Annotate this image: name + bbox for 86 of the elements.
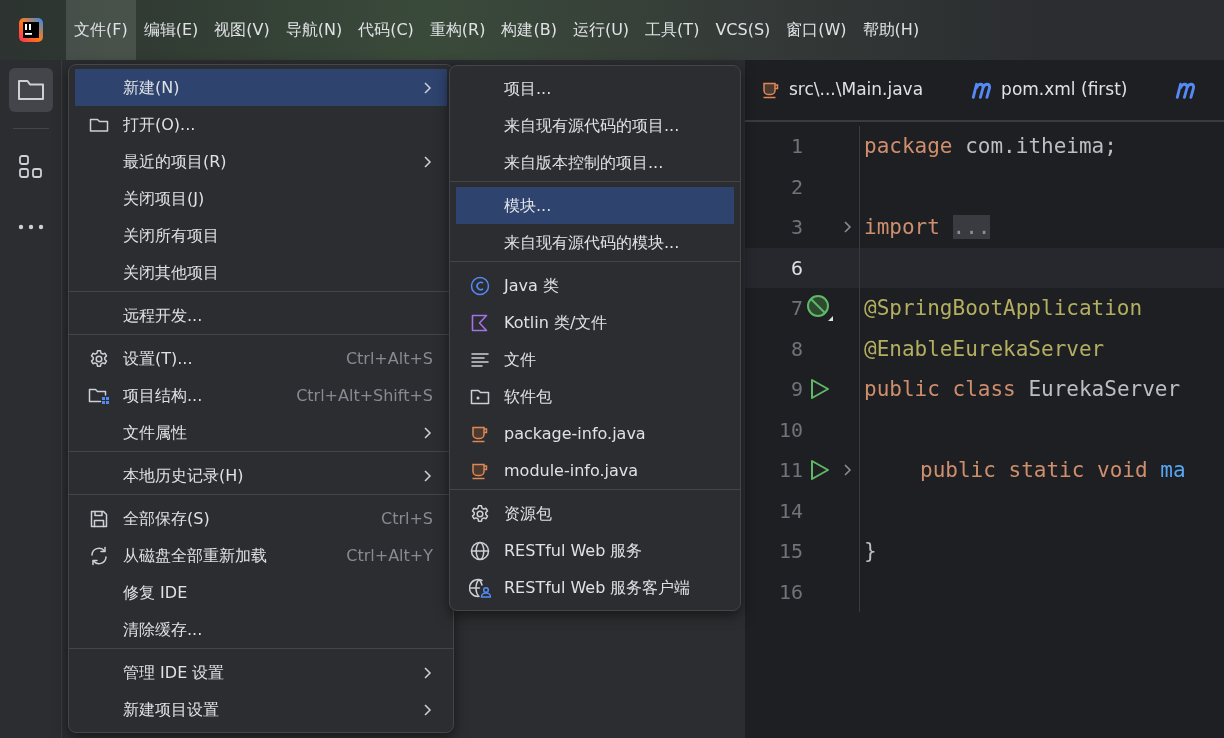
menu-item[interactable]: 窗口(W) [778, 0, 855, 60]
menu-item[interactable]: 重构(R) [421, 0, 494, 60]
code-token: } [864, 539, 877, 563]
shortcut-text: Ctrl+Alt+Shift+S [296, 384, 433, 407]
menu-item[interactable]: 帮助(H) [854, 0, 928, 60]
code-token: public static void [920, 458, 1148, 482]
menu-item[interactable]: 运行(U) [564, 0, 638, 60]
shortcut-text: Ctrl+Alt+Y [346, 544, 433, 567]
code-token: ma [1160, 458, 1186, 482]
menu-item[interactable]: RESTful Web 服务客户端 [450, 569, 740, 606]
menu-item[interactable]: 文件 [450, 341, 740, 378]
shortcut-text: Ctrl+S [380, 507, 433, 530]
class-icon [468, 274, 492, 297]
shortcut-text: Ctrl+Alt+S [345, 347, 433, 370]
line-number: 16 [777, 578, 803, 606]
menu-item[interactable]: 清除缓存... [69, 611, 453, 648]
menu-item[interactable]: 最近的项目(R) [69, 143, 453, 180]
code-token: import [864, 215, 940, 239]
menu-item[interactable]: 来自现有源代码的模块... [450, 224, 740, 261]
run-icon[interactable] [809, 458, 831, 483]
app-logo[interactable] [18, 17, 44, 43]
menu-item[interactable]: package-info.java [450, 415, 740, 452]
code-token: EurekaServer [1028, 377, 1181, 401]
menu-item[interactable]: 关闭项目(J) [69, 180, 453, 217]
line-number: 10 [777, 416, 803, 444]
code-token: @SpringBootApplication [864, 296, 1143, 320]
menu-item[interactable]: 文件属性 [69, 414, 453, 451]
menu-item[interactable]: 修复 IDE [69, 574, 453, 611]
run-icon[interactable] [809, 377, 831, 402]
line-number: 6 [789, 254, 803, 282]
menu-item[interactable]: module-info.java [450, 452, 740, 489]
menu-item[interactable]: 项目结构... Ctrl+Alt+Shift+S [69, 377, 453, 414]
menu-item[interactable]: 视图(V) [206, 0, 278, 60]
cup-icon [761, 80, 781, 100]
line-number: 15 [777, 538, 803, 566]
line-number: 14 [777, 497, 803, 525]
menu-item[interactable]: Java 类 [450, 261, 740, 304]
menu-item[interactable]: 模块... [450, 181, 740, 224]
menu-item[interactable]: 来自版本控制的项目... [450, 144, 740, 181]
chevron-icon [423, 425, 433, 440]
folder-button[interactable] [8, 68, 53, 112]
menu-item[interactable]: 来自现有源代码的项目... [450, 107, 740, 144]
more-icon [17, 224, 44, 230]
menu-item[interactable]: 资源包 [450, 489, 740, 532]
menu-item[interactable]: 项目... [450, 70, 740, 107]
chevron-icon [423, 468, 433, 483]
menu-item[interactable]: 软件包 [450, 378, 740, 415]
line-number: 1 [789, 133, 803, 161]
menu-item[interactable]: 关闭其他项目 [69, 254, 453, 291]
menu-item[interactable]: 工具(T) [637, 0, 708, 60]
spring-icon[interactable] [806, 294, 834, 323]
menu-item[interactable]: Kotlin 类/文件 [450, 304, 740, 341]
chevron-icon [423, 154, 433, 169]
folder-icon [16, 78, 45, 102]
menu-item[interactable]: 新建项目设置 [69, 691, 453, 728]
line-number: 8 [789, 335, 803, 363]
structure-icon [17, 154, 44, 180]
menu-item[interactable]: 编辑(E) [135, 0, 207, 60]
menu-item[interactable]: 关闭所有项目 [69, 217, 453, 254]
editor-tab[interactable]: pom.xml (first) [1001, 77, 1128, 103]
menu-item[interactable]: RESTful Web 服务 [450, 532, 740, 569]
menu-item[interactable]: 打开(O)... [69, 106, 453, 143]
code-token: com.itheima; [965, 134, 1117, 158]
chevron-icon [423, 80, 433, 95]
line-number: 3 [789, 214, 803, 242]
code-token: public class [864, 377, 1016, 401]
menu-item[interactable]: 管理 IDE 设置 [69, 648, 453, 691]
menu-item[interactable]: 文件(F) [66, 0, 136, 60]
menu-item[interactable]: 从磁盘全部重新加载 Ctrl+Alt+Y [69, 537, 453, 574]
menu-item[interactable]: VCS(S) [707, 0, 779, 60]
menu-item[interactable]: 构建(B) [493, 0, 565, 60]
globe-icon [468, 576, 492, 599]
chevron-icon [423, 702, 433, 717]
line-number: 7 [789, 295, 803, 323]
line-number: 11 [777, 457, 803, 485]
maven-icon [971, 81, 994, 99]
chevron-icon [423, 665, 433, 680]
line-number: 2 [789, 173, 803, 201]
menu-item[interactable]: 导航(N) [277, 0, 351, 60]
globe-icon [468, 539, 492, 562]
line-number: 9 [789, 376, 803, 404]
menu-item[interactable]: 代码(C) [350, 0, 422, 60]
code-token: package [864, 134, 953, 158]
editor-tab[interactable]: src\...\Main.java [789, 77, 924, 103]
code-token: @EnableEurekaServer [864, 336, 1105, 361]
maven-icon [1175, 81, 1198, 99]
